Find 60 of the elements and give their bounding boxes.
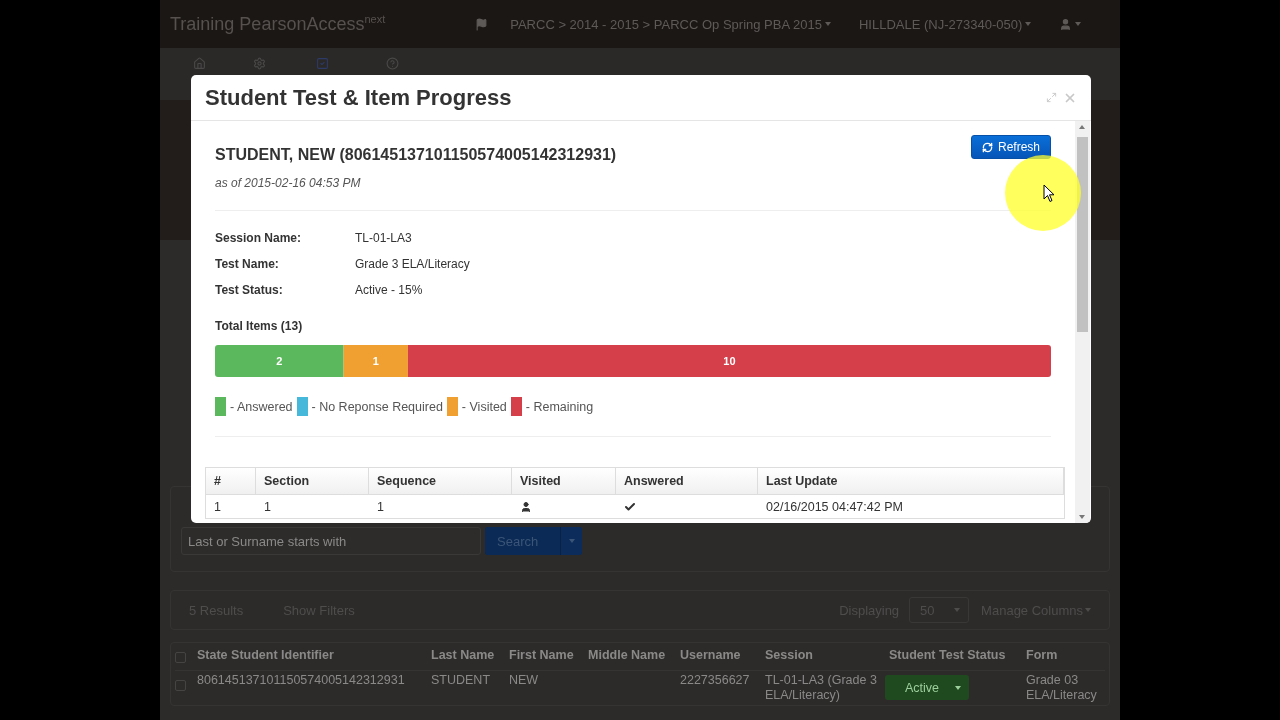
detail-label: Session Name: <box>215 231 303 245</box>
column-header[interactable]: Last Name <box>427 643 505 671</box>
table-cell-text: TL-01-LA3 (Grade 3 ELA/Literacy) <box>764 672 878 704</box>
detail-value: TL-01-LA3 <box>355 231 413 245</box>
segment-count: 1 <box>372 355 379 367</box>
column-header[interactable]: Username <box>676 643 761 671</box>
cursor-icon <box>1043 184 1055 203</box>
home-icon[interactable] <box>193 57 206 70</box>
breadcrumb-menu[interactable]: PARCC > 2014 - 2015 > PARCC Op Spring PBA 2015 <box>510 16 831 32</box>
column-header[interactable]: Section <box>256 468 369 495</box>
column-header[interactable]: Visited <box>512 468 616 495</box>
column-header[interactable]: Middle Name <box>584 643 676 671</box>
scrollbar[interactable] <box>1075 121 1090 523</box>
status-dropdown-button[interactable]: Active <box>885 675 969 700</box>
flag-icon[interactable] <box>475 17 489 31</box>
help-icon[interactable] <box>386 57 399 70</box>
row-checkbox[interactable] <box>175 680 186 691</box>
table-cell-text: NEW <box>508 672 540 689</box>
segment-count: 2 <box>276 355 283 367</box>
table-cell-text: 1 <box>263 499 272 516</box>
detail-value: Grade 3 ELA/Literacy <box>355 257 471 271</box>
column-header[interactable]: Session <box>761 643 885 671</box>
detail-label: Test Status: <box>215 283 284 297</box>
settings-icon[interactable] <box>253 57 266 70</box>
legend-label: - Answered <box>230 399 293 414</box>
legend-label: - No Reponse Required <box>311 399 443 414</box>
column-header[interactable]: Form <box>1022 643 1105 671</box>
student-name: STUDENT, NEW (806145137101150574005142312931) <box>215 146 617 164</box>
column-header[interactable]: First Name <box>505 643 584 671</box>
table-cell-text: 2227356627 <box>679 672 751 689</box>
column-header[interactable]: Last Update <box>758 468 1064 495</box>
select-all-checkbox[interactable] <box>175 652 186 663</box>
table-cell-text: 1 <box>213 499 222 516</box>
expand-icon[interactable] <box>1046 92 1057 103</box>
column-header[interactable]: State Student Identifier <box>193 643 427 671</box>
as-of-timestamp: as of 2015-02-16 04:53 PM <box>215 176 362 190</box>
app-brand[interactable]: Training PearsonAccess$^{next}$ <box>170 13 386 35</box>
table-cell-text: 02/16/2015 04:47:42 PM <box>765 499 904 516</box>
search-options-button[interactable] <box>560 527 583 555</box>
refresh-icon <box>981 141 993 153</box>
column-header[interactable]: Answered <box>616 468 758 495</box>
checkbox-icon[interactable] <box>316 57 329 70</box>
column-header[interactable]: Sequence <box>369 468 512 495</box>
refresh-button[interactable]: Refresh <box>970 135 1051 159</box>
search-field[interactable]: Last or Surname starts with <box>181 527 481 555</box>
column-header[interactable]: # <box>206 468 256 495</box>
table-cell-text: STUDENT <box>430 672 492 689</box>
organization-menu[interactable]: HILLDALE (NJ-273340-050) <box>858 16 1032 32</box>
detail-label: Test Name: <box>215 257 280 271</box>
table-cell-text: 1 <box>376 499 385 516</box>
legend-label: - Remaining <box>525 399 594 414</box>
table-cell-text: 806145137101150574005142312931 <box>196 672 406 689</box>
segment-count: 10 <box>723 355 736 367</box>
legend-label: - Visited <box>461 399 507 414</box>
table-cell-text: Grade 03 ELA/Literacy <box>1025 672 1098 704</box>
user-menu[interactable] <box>1059 17 1082 31</box>
total-items-label: Total Items (13) <box>215 319 304 333</box>
detail-value: Active - 15% <box>355 283 424 297</box>
column-header[interactable]: Student Test Status <box>885 643 1022 671</box>
dialog-title: Student Test & Item Progress <box>205 84 513 111</box>
